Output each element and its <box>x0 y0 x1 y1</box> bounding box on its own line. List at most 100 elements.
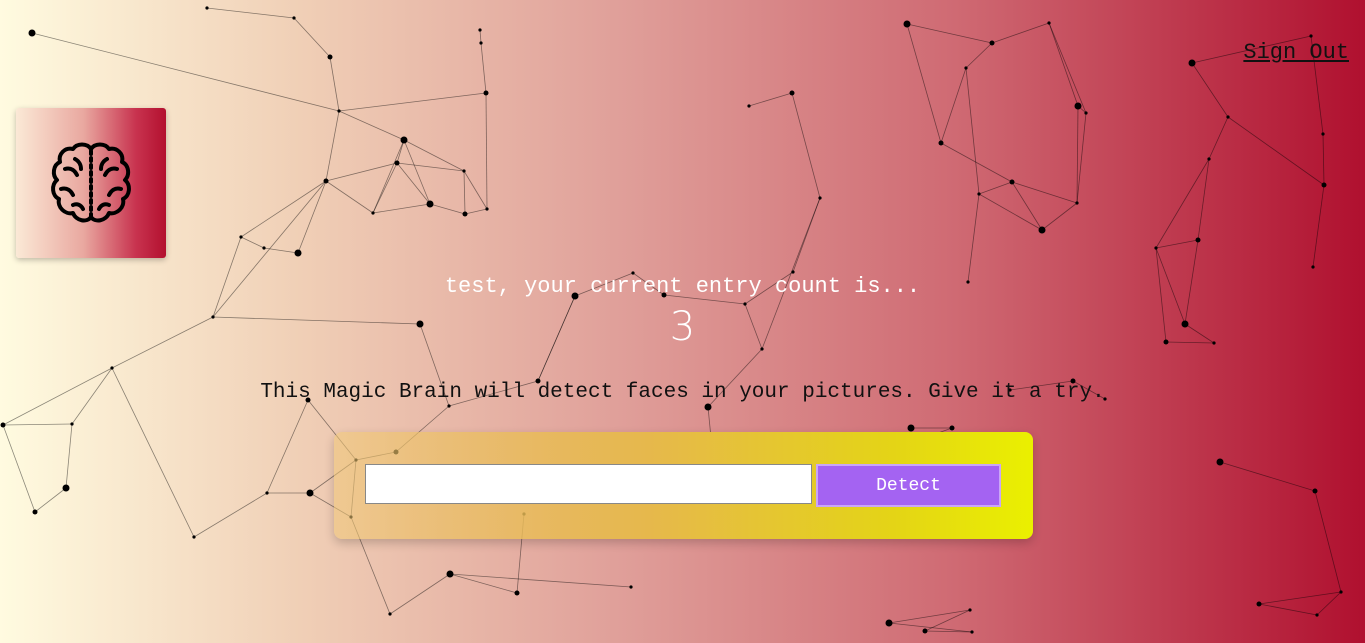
particle-node <box>205 6 209 10</box>
particle-node <box>907 424 915 432</box>
particle-node <box>747 104 751 108</box>
particle-link <box>791 92 821 199</box>
particle-node <box>70 422 74 426</box>
particle-link <box>480 42 487 94</box>
particle-node <box>989 40 995 46</box>
particle-link <box>449 573 518 594</box>
particle-link <box>403 139 431 205</box>
particle-node <box>262 246 266 250</box>
particle-link <box>193 492 268 538</box>
particle-node <box>1312 488 1318 494</box>
particle-node <box>922 628 928 634</box>
particle-link <box>1197 158 1210 241</box>
detect-button[interactable]: Detect <box>816 464 1001 507</box>
particle-node <box>1311 265 1315 269</box>
particle-node <box>371 211 375 215</box>
particle-node <box>1309 34 1313 38</box>
entry-count-message: test, your current entry count is... <box>444 274 921 299</box>
particle-node <box>485 207 489 211</box>
particle-link <box>1258 591 1342 605</box>
particle-link <box>464 208 488 215</box>
particle-link <box>906 23 993 44</box>
particle-link <box>325 180 374 214</box>
particle-node <box>704 403 712 411</box>
particle-link <box>978 193 1043 231</box>
particle-link <box>463 170 488 210</box>
particle-node <box>1339 590 1343 594</box>
particle-node <box>949 425 955 431</box>
particle-node <box>479 41 483 45</box>
particle-node <box>1038 226 1046 234</box>
particle-link <box>1076 105 1079 204</box>
particle-node <box>400 136 408 144</box>
particle-link <box>372 139 405 214</box>
particle-node <box>192 535 196 539</box>
particle-link <box>1258 603 1318 616</box>
particle-link <box>967 193 980 283</box>
particle-link <box>31 32 340 112</box>
particle-link <box>240 236 265 249</box>
particle-node <box>426 200 434 208</box>
particle-node <box>1321 182 1327 188</box>
particle-node <box>1207 157 1211 161</box>
particle-link <box>1041 202 1078 231</box>
image-link-form: Detect <box>334 432 1033 539</box>
particle-node <box>265 491 269 495</box>
particle-link <box>65 423 73 489</box>
logo <box>16 108 166 258</box>
particle-node <box>478 28 482 32</box>
particle-node <box>964 66 968 70</box>
particle-node <box>789 90 795 96</box>
particle-node <box>32 509 38 515</box>
particle-link <box>888 609 971 624</box>
particle-link <box>429 203 466 215</box>
particle-node <box>327 54 333 60</box>
particle-node <box>1075 201 1079 205</box>
particle-node <box>483 90 489 96</box>
particle-link <box>1227 116 1325 186</box>
particle-link <box>2 424 36 513</box>
particle-node <box>1154 246 1158 250</box>
particle-link <box>940 67 967 144</box>
particle-node <box>462 169 466 173</box>
particle-link <box>372 162 398 214</box>
particle-node <box>110 366 114 370</box>
particle-node <box>970 630 974 634</box>
particle-link <box>906 23 942 144</box>
particle-link <box>978 181 1013 195</box>
particle-link <box>1155 239 1199 249</box>
particle-link <box>449 573 632 588</box>
particle-link <box>396 162 431 205</box>
particle-link <box>389 573 451 615</box>
particle-node <box>62 484 70 492</box>
particle-link <box>1219 461 1316 492</box>
particle-link <box>888 622 973 633</box>
particle-link <box>266 399 309 494</box>
particle-link <box>485 92 488 210</box>
brain-icon <box>51 142 131 223</box>
particle-node <box>292 16 296 20</box>
particle-link <box>1048 22 1079 107</box>
particle-node <box>1009 179 1015 185</box>
particle-node <box>818 196 822 200</box>
particle-link <box>206 7 295 19</box>
particle-link <box>338 110 405 141</box>
particle-link <box>1155 158 1210 249</box>
particle-link <box>293 17 331 58</box>
sign-out-link[interactable]: Sign Out <box>1243 40 1349 65</box>
particle-node <box>446 570 454 578</box>
particle-link <box>396 162 465 172</box>
particle-node <box>514 590 520 596</box>
particle-node <box>394 160 400 166</box>
particle-link <box>748 92 793 107</box>
particle-link <box>1322 133 1325 186</box>
particle-node <box>28 29 36 37</box>
particle-node <box>885 619 893 627</box>
particle-link <box>965 67 980 195</box>
particle-node <box>1256 601 1262 607</box>
image-url-input[interactable] <box>365 464 812 504</box>
particle-link <box>1076 112 1087 204</box>
particle-link <box>1312 184 1325 268</box>
particle-node <box>1216 458 1224 466</box>
particle-link <box>1011 181 1078 204</box>
